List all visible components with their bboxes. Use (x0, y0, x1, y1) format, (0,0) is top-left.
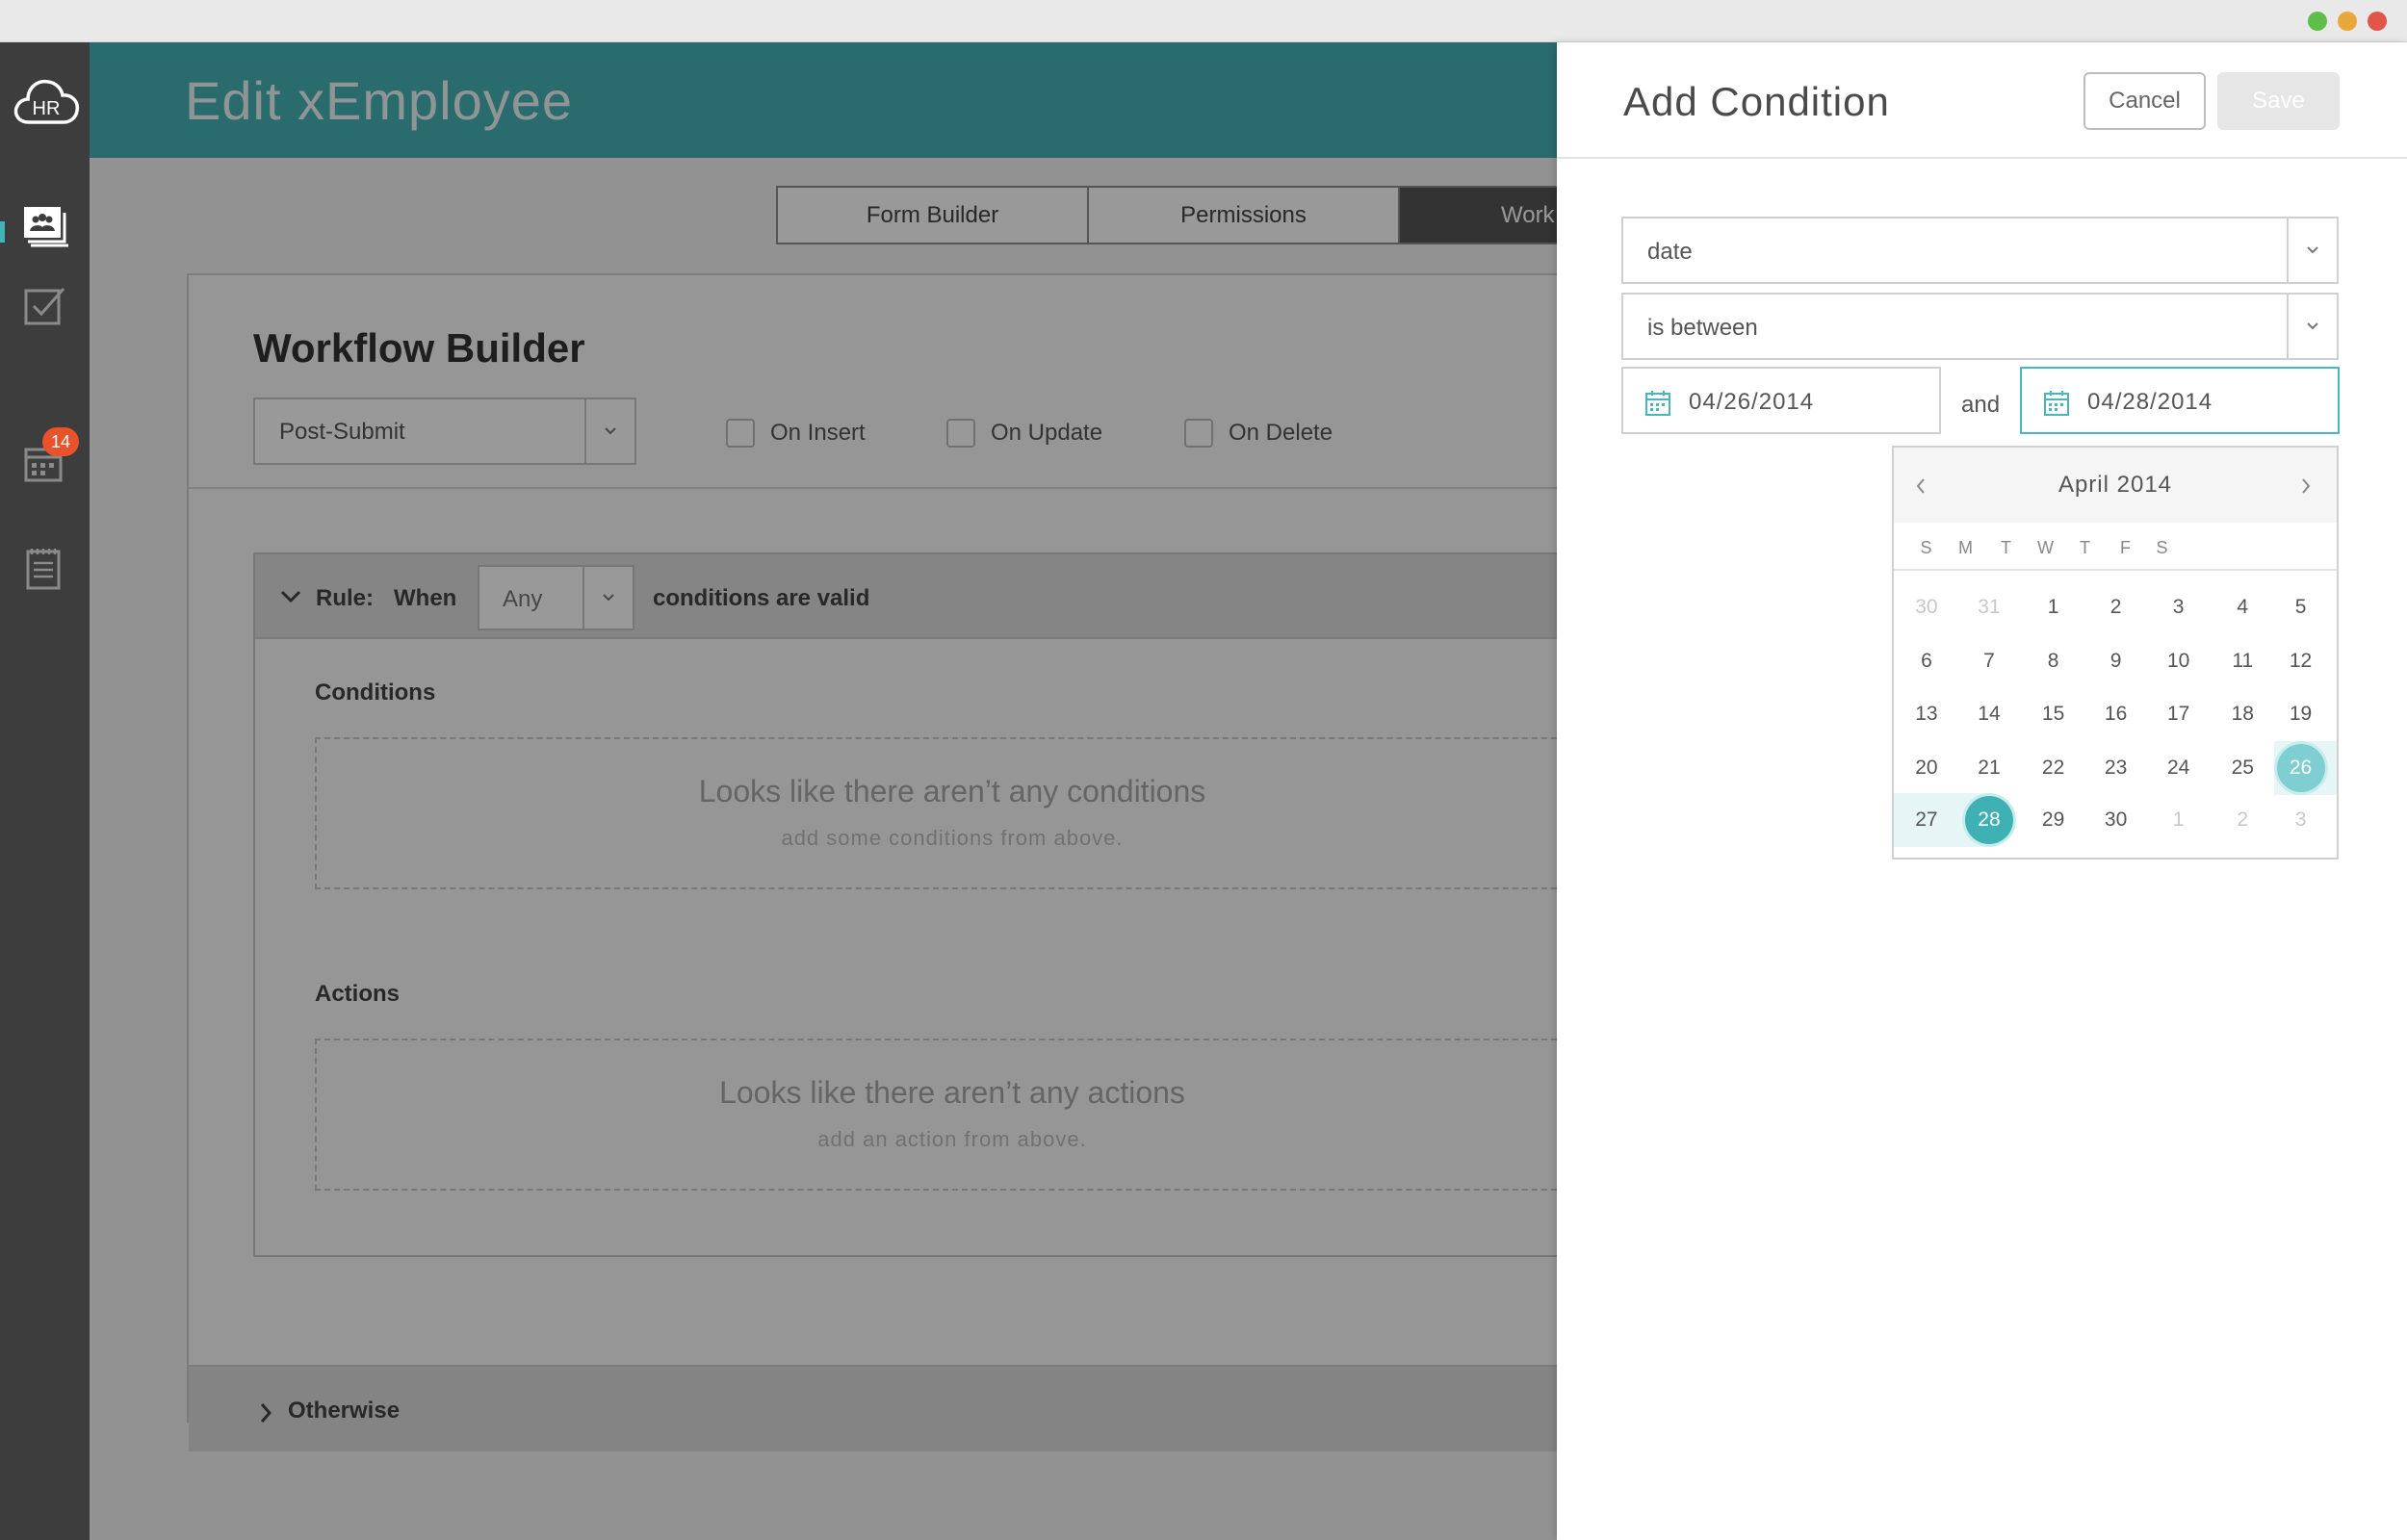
calendar-day[interactable]: 29 (2030, 796, 2078, 844)
calendar-day[interactable]: 14 (1965, 690, 2013, 738)
day-grid: 30 31 1 2 3 4 5 6 7 8 9 10 11 12 13 14 15 16 17 18 19 20 21 22 2… (1894, 573, 2337, 861)
field-select-value: date (1647, 239, 1693, 265)
date-picker: April 2014 SMTWTFS 30 31 1 2 3 4 5 6 7 8 9 10 11 12 13… (1892, 446, 2339, 860)
calendar-day[interactable]: 8 (2030, 637, 2078, 685)
sidebar-item-tasks[interactable] (21, 283, 69, 331)
and-label: and (1961, 392, 2001, 418)
notepad-icon (26, 549, 61, 590)
weekday-label: S (1920, 538, 1933, 557)
sidebar-item-people[interactable] (21, 204, 69, 252)
start-date-value: 04/26/2014 (1689, 389, 1815, 415)
end-date-value: 04/28/2014 (2087, 389, 2213, 415)
end-date-input[interactable]: 04/28/2014 (2020, 367, 2340, 434)
calendar-day[interactable]: 18 (2218, 690, 2266, 738)
calendar-day[interactable]: 17 (2155, 690, 2203, 738)
operator-select-value: is between (1647, 315, 1758, 341)
modal-overlay[interactable] (90, 42, 1557, 1540)
sidebar-item-notes[interactable] (21, 545, 69, 593)
notification-badge: 14 (42, 427, 79, 456)
start-date-input[interactable]: 04/26/2014 (1621, 367, 1941, 434)
calendar-day[interactable]: 20 (1902, 744, 1951, 792)
check-icon (24, 288, 65, 325)
window-maximize-button[interactable] (2308, 12, 2327, 31)
calendar-day[interactable]: 28 (1964, 796, 2013, 845)
calendar-day[interactable]: 1 (2030, 583, 2078, 631)
cancel-button[interactable]: Cancel (2083, 72, 2206, 130)
sidebar-active-indicator (0, 221, 5, 243)
calendar-day[interactable]: 21 (1965, 744, 2013, 792)
calendar-day[interactable]: 5 (2277, 583, 2325, 631)
save-button[interactable]: Save (2217, 72, 2340, 130)
calendar-day[interactable]: 15 (2030, 690, 2078, 738)
panel-header: Add Condition Cancel Save (1557, 42, 2407, 159)
weekday-row: SMTWTFS (1894, 523, 2337, 571)
weekday-label: W (2037, 538, 2055, 557)
calendar-day[interactable]: 2 (2092, 583, 2140, 631)
hr-cloud-logo-icon[interactable]: HR (12, 74, 81, 128)
calendar-day[interactable]: 3 (2277, 796, 2325, 844)
calendar-day[interactable]: 24 (2155, 744, 2203, 792)
weekday-label: T (2001, 538, 2012, 557)
window-titlebar (0, 0, 2407, 42)
weekday-label: S (2156, 538, 2169, 557)
calendar-day[interactable]: 19 (2277, 690, 2325, 738)
calendar-day[interactable]: 9 (2092, 637, 2140, 685)
calendar-day[interactable]: 6 (1902, 637, 1951, 685)
chevron-right-icon[interactable] (2298, 476, 2314, 496)
calendar-day[interactable]: 30 (2092, 796, 2140, 844)
calendar-day[interactable]: 30 (1902, 583, 1951, 631)
date-picker-header: April 2014 (1894, 448, 2337, 523)
chevron-down-icon (2287, 218, 2337, 282)
calendar-day[interactable]: 11 (2218, 637, 2266, 685)
logo-text: HR (33, 98, 61, 119)
window-minimize-button[interactable] (2338, 12, 2357, 31)
calendar-day[interactable]: 2 (2218, 796, 2266, 844)
calendar-day[interactable]: 26 (2276, 743, 2325, 792)
add-condition-panel: Add Condition Cancel Save date is betwee… (1557, 42, 2407, 1540)
operator-select[interactable]: is between (1621, 293, 2339, 360)
calendar-icon (2043, 390, 2070, 417)
calendar-day[interactable]: 1 (2155, 796, 2203, 844)
weekday-label: M (1958, 538, 1974, 557)
calendar-day[interactable]: 7 (1965, 637, 2013, 685)
people-icon (24, 207, 68, 247)
calendar-day[interactable]: 27 (1902, 796, 1951, 844)
calendar-day[interactable]: 4 (2218, 583, 2266, 631)
calendar-day[interactable]: 22 (2030, 744, 2078, 792)
chevron-down-icon (2287, 295, 2337, 358)
calendar-day[interactable]: 25 (2218, 744, 2266, 792)
calendar-day[interactable]: 16 (2092, 690, 2140, 738)
weekday-label: F (2120, 538, 2132, 557)
sidebar: HR 14 (0, 42, 90, 1540)
calendar-day[interactable]: 3 (2155, 583, 2203, 631)
month-label: April 2014 (2058, 472, 2173, 498)
field-select[interactable]: date (1621, 217, 2339, 284)
calendar-day[interactable]: 10 (2155, 637, 2203, 685)
panel-title: Add Condition (1623, 79, 1890, 124)
calendar-day[interactable]: 12 (2277, 637, 2325, 685)
calendar-icon (1644, 390, 1671, 417)
calendar-day[interactable]: 31 (1965, 583, 2013, 631)
weekday-label: T (2080, 538, 2091, 557)
window-close-button[interactable] (2368, 12, 2387, 31)
calendar-day[interactable]: 13 (1902, 690, 1951, 738)
calendar-day[interactable]: 23 (2092, 744, 2140, 792)
